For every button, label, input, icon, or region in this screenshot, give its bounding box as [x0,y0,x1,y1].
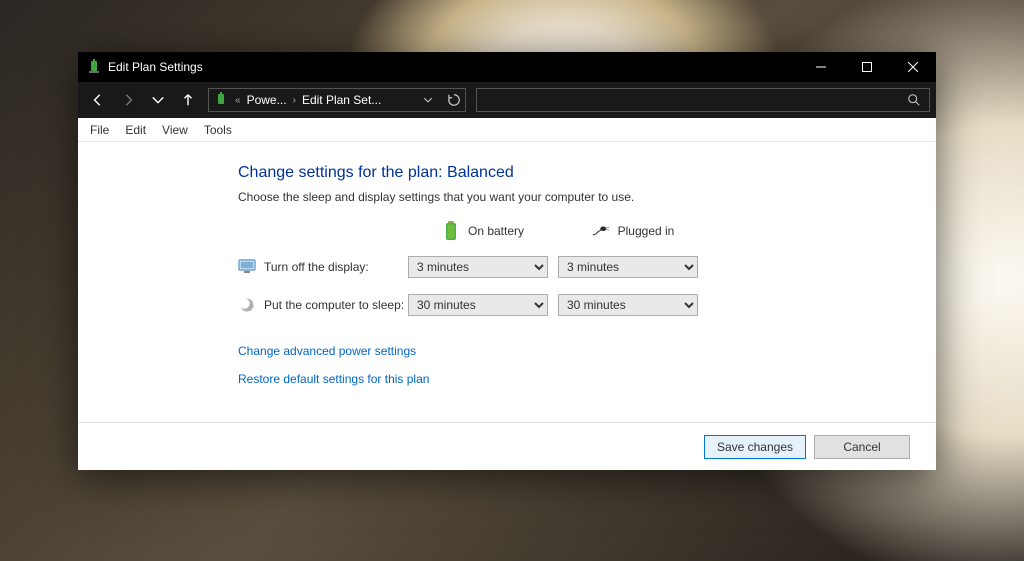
display-icon [238,258,256,276]
chevron-down-icon[interactable] [423,95,433,105]
forward-button[interactable] [114,86,142,114]
links-section: Change advanced power settings Restore d… [238,344,936,386]
search-icon [907,93,921,107]
breadcrumb-item-editplan[interactable]: Edit Plan Set... [302,93,381,107]
save-changes-button[interactable]: Save changes [704,435,806,459]
battery-icon [442,222,460,240]
row-sleep: Put the computer to sleep: [238,296,408,314]
titlebar: Edit Plan Settings [78,52,936,82]
app-icon [86,59,102,75]
plug-icon [592,222,610,240]
menubar: File Edit View Tools [78,118,936,142]
chevron-right-icon: › [291,95,298,106]
up-button[interactable] [174,86,202,114]
column-on-battery: On battery [408,222,558,240]
search-box[interactable] [476,88,930,112]
menu-tools[interactable]: Tools [196,120,240,140]
edit-plan-settings-window: Edit Plan Settings « Powe. [78,52,936,470]
breadcrumb-item-power[interactable]: Powe... [247,93,287,107]
column-on-battery-label: On battery [468,224,524,238]
menu-file[interactable]: File [82,120,117,140]
page-heading: Change settings for the plan: Balanced [238,164,936,182]
minimize-button[interactable] [798,52,844,82]
refresh-icon[interactable] [447,93,461,107]
column-plugged-in-label: Plugged in [618,224,675,238]
address-bar[interactable]: « Powe... › Edit Plan Set... [208,88,466,112]
menu-edit[interactable]: Edit [117,120,154,140]
link-advanced-power-settings[interactable]: Change advanced power settings [238,344,936,358]
sleep-plugged-select[interactable]: 30 minutes [558,294,698,316]
cancel-button[interactable]: Cancel [814,435,910,459]
row-turn-off-display: Turn off the display: [238,258,408,276]
address-icon [213,92,229,108]
display-battery-select[interactable]: 3 minutes [408,256,548,278]
column-plugged-in: Plugged in [558,222,708,240]
display-plugged-select[interactable]: 3 minutes [558,256,698,278]
crumb-prefix-icon: « [233,95,243,106]
content-area: Change settings for the plan: Balanced C… [78,142,936,422]
recent-locations-button[interactable] [144,86,172,114]
row-turn-off-display-label: Turn off the display: [264,260,369,274]
sleep-battery-select[interactable]: 30 minutes [408,294,548,316]
settings-grid: On battery Plugged in Turn off the displ… [238,222,936,316]
maximize-button[interactable] [844,52,890,82]
page-subheading: Choose the sleep and display settings th… [238,190,936,204]
footer: Save changes Cancel [78,422,936,470]
row-sleep-label: Put the computer to sleep: [264,298,404,312]
nav-toolbar: « Powe... › Edit Plan Set... [78,82,936,118]
back-button[interactable] [84,86,112,114]
window-title: Edit Plan Settings [108,60,203,74]
moon-icon [238,296,256,314]
menu-view[interactable]: View [154,120,196,140]
link-restore-defaults[interactable]: Restore default settings for this plan [238,372,936,386]
close-button[interactable] [890,52,936,82]
